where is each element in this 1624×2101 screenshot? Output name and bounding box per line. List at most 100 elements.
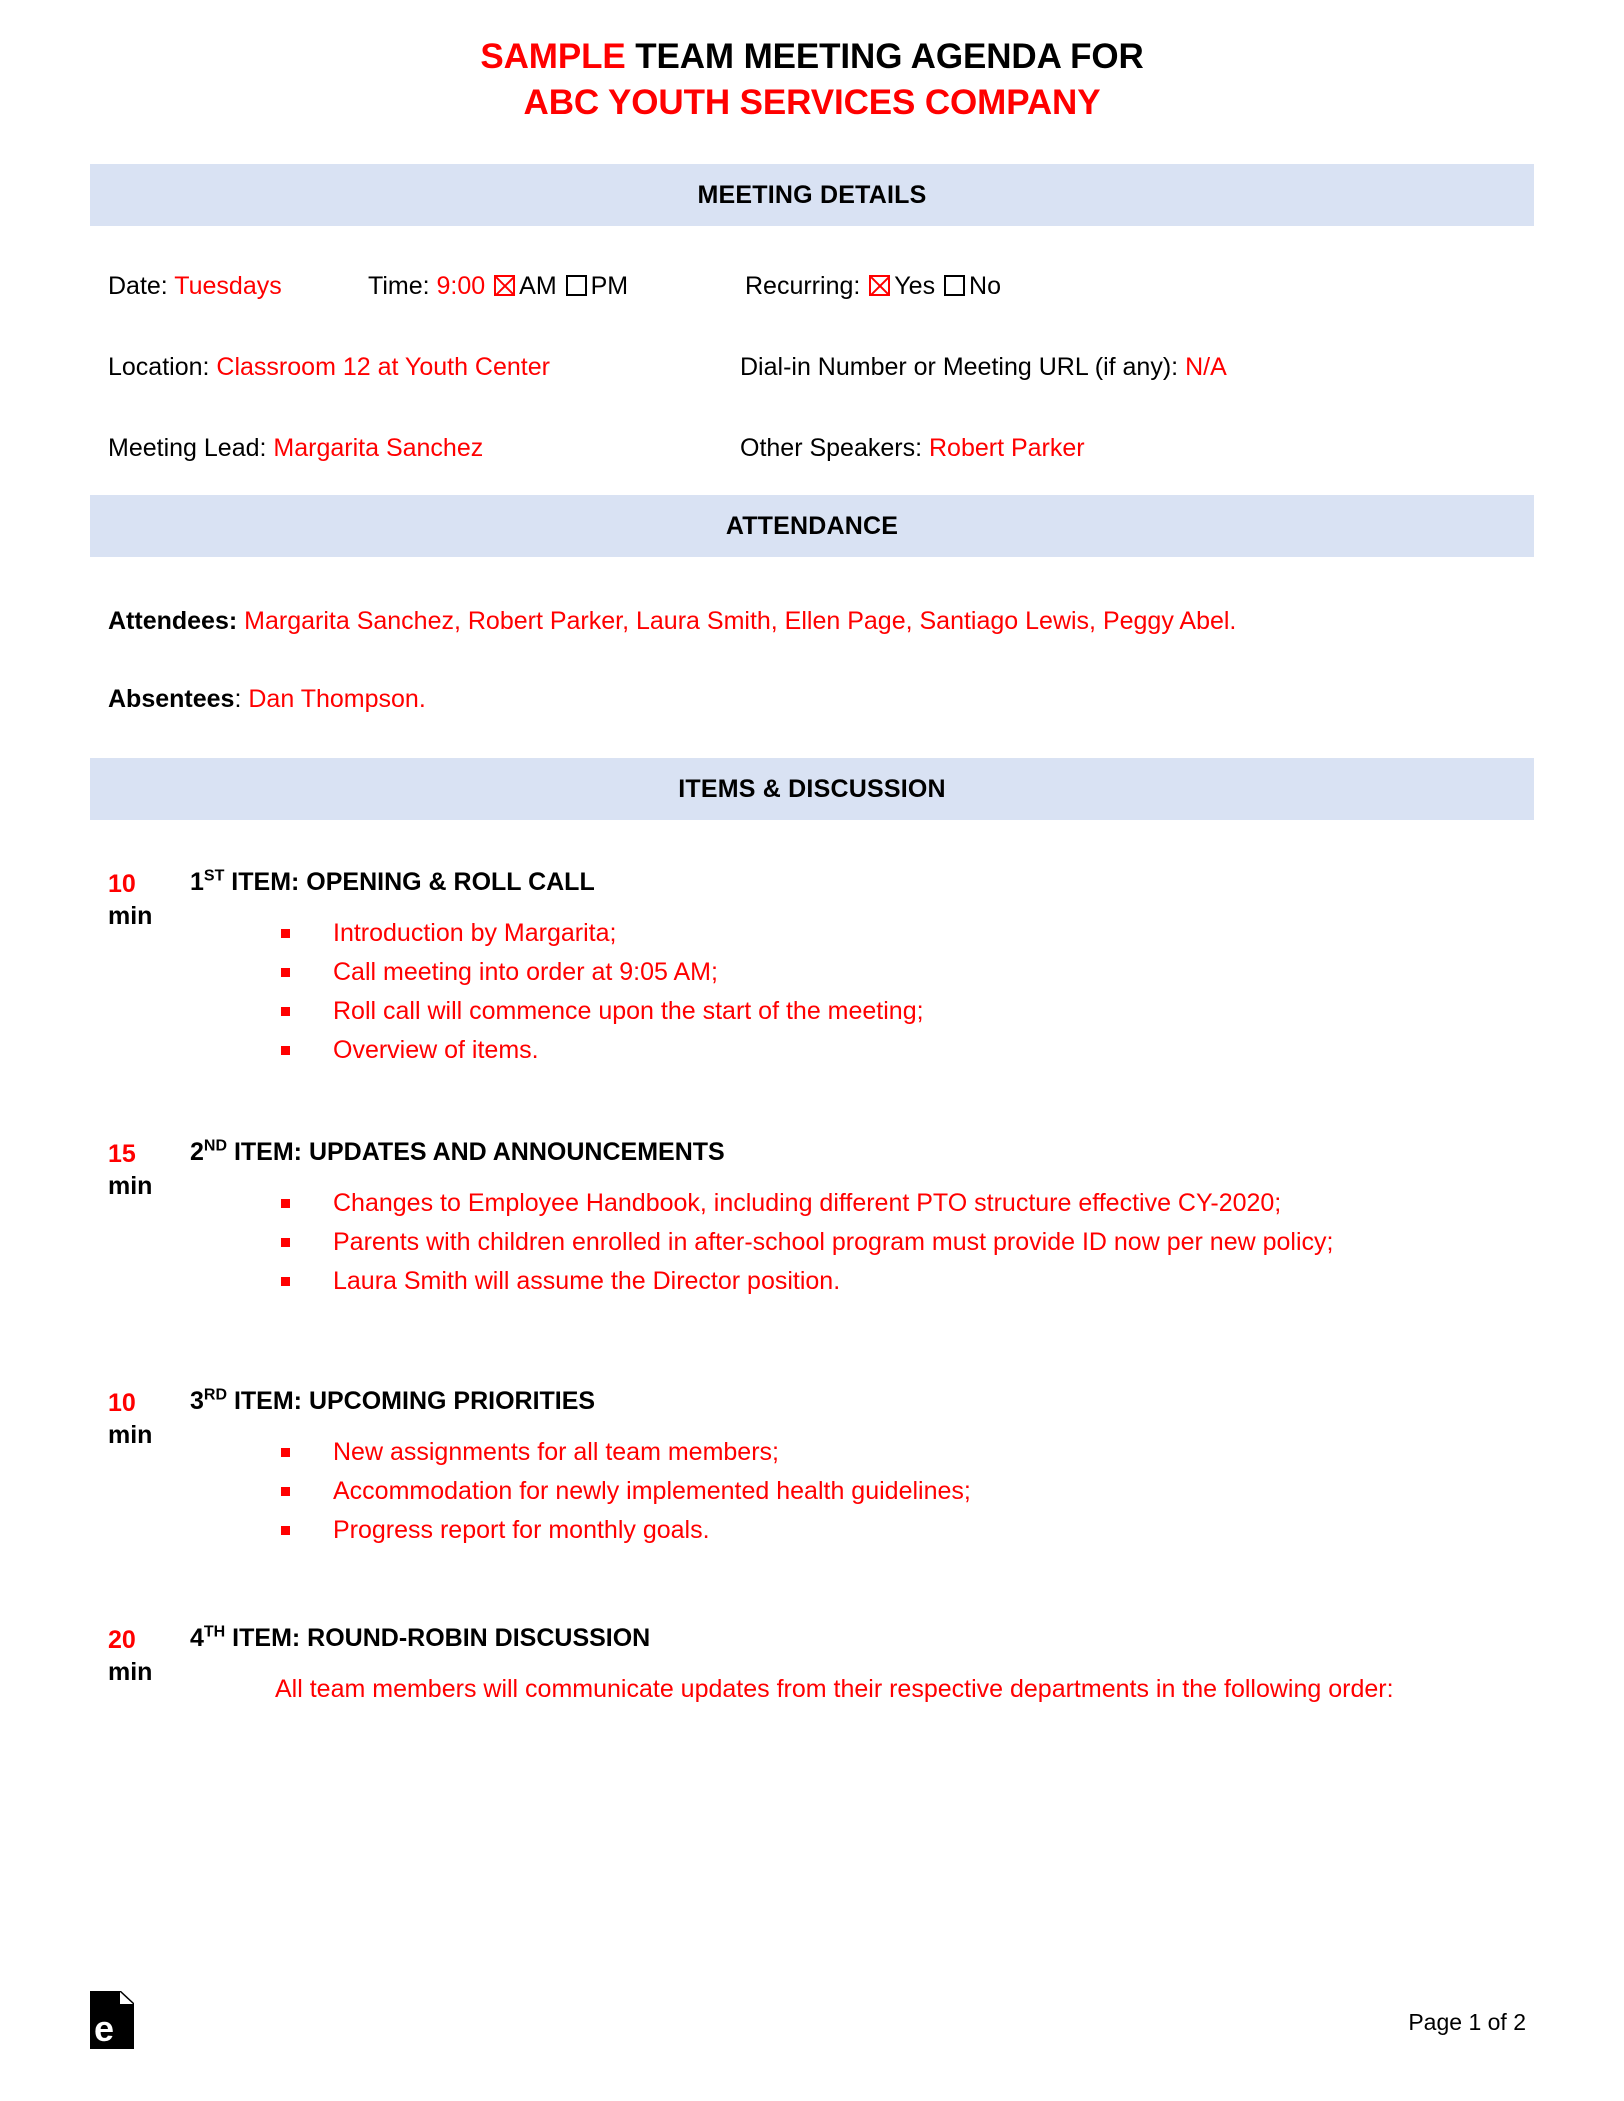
am-label: AM [519, 272, 557, 301]
time-value: 9:00 [436, 272, 486, 301]
list-item: Call meeting into order at 9:05 AM; [275, 957, 1534, 996]
title-sample-word: SAMPLE [480, 37, 626, 76]
attendees-label: Attendees [108, 607, 229, 636]
date-field: Date: Tuesdays [108, 274, 282, 299]
agenda-item-bullets: Changes to Employee Handbook, including … [90, 1188, 1534, 1305]
location-label: Location: [108, 353, 210, 382]
meeting-lead-field: Meeting Lead: Margarita Sanchez [108, 436, 483, 461]
title-line-1-rest: TEAM MEETING AGENDA FOR [625, 37, 1144, 76]
agenda-item-duration: 10 min [108, 1387, 176, 1451]
other-speakers-value: Robert Parker [928, 434, 1085, 463]
time-label: Time: [368, 272, 430, 301]
agenda-item-ordinal: 1 [190, 868, 204, 897]
other-speakers-field: Other Speakers: Robert Parker [740, 436, 1085, 461]
agenda-item-duration: 10 min [108, 868, 176, 932]
agenda-item-header: 20 min 4TH ITEM: ROUND-ROBIN DISCUSSION [90, 1596, 1534, 1686]
agenda-item-unit: min [108, 1172, 153, 1201]
recurring-no-label: No [969, 272, 1001, 301]
attendees-colon: : [228, 607, 238, 636]
location-value: Classroom 12 at Youth Center [216, 353, 550, 382]
document-title: SAMPLE TEAM MEETING AGENDA FOR ABC YOUTH… [0, 0, 1624, 126]
meeting-details-block: Date: Tuesdays Time: 9:00 AM PM Recurrin… [90, 226, 1534, 495]
agenda-item-duration: 20 min [108, 1624, 176, 1688]
agenda-item-minutes: 15 [108, 1140, 136, 1169]
agenda-item-unit: min [108, 902, 153, 931]
agenda-item-ordinal: 2 [190, 1138, 204, 1167]
agenda-item: 10 min 3RD ITEM: UPCOMING PRIORITIES New… [90, 1359, 1534, 1554]
title-line-1: SAMPLE TEAM MEETING AGENDA FOR [0, 34, 1624, 80]
agenda-item-minutes: 10 [108, 1389, 136, 1418]
section-heading-attendance: ATTENDANCE [90, 495, 1534, 558]
detail-row-date-time-recurring: Date: Tuesdays Time: 9:00 AM PM Recurrin… [90, 252, 1534, 333]
absentees-value: Dan Thompson. [248, 685, 426, 714]
agenda-item-unit: min [108, 1658, 153, 1687]
agenda-item-title-text: ITEM: ROUND-ROBIN DISCUSSION [225, 1624, 651, 1653]
list-item: Changes to Employee Handbook, including … [275, 1188, 1534, 1227]
agenda-item-paragraph: All team members will communicate update… [275, 1675, 1394, 1704]
meeting-lead-label: Meeting Lead: [108, 434, 267, 463]
agenda-item-bullets: Introduction by Margarita; Call meeting … [90, 918, 1534, 1074]
agenda-item-ordinal: 4 [190, 1624, 204, 1653]
title-line-2: ABC YOUTH SERVICES COMPANY [523, 83, 1101, 123]
agenda-item-title-text: ITEM: OPENING & ROLL CALL [224, 868, 595, 897]
agenda-item-ordinal-suffix: RD [203, 1387, 228, 1405]
agenda-item-title: 3RD ITEM: UPCOMING PRIORITIES [190, 1387, 595, 1416]
agenda-item-ordinal-suffix: TH [203, 1624, 226, 1642]
agenda-item-minutes: 20 [108, 1626, 136, 1655]
time-field: Time: 9:00 AM PM [368, 274, 628, 299]
agenda-item: 10 min 1ST ITEM: OPENING & ROLL CALL Int… [90, 840, 1534, 1074]
pm-label: PM [590, 272, 629, 301]
am-checkbox[interactable] [494, 275, 516, 297]
list-item: New assignments for all team members; [275, 1437, 1534, 1476]
list-item: Overview of items. [275, 1035, 1534, 1074]
agenda-item-bullets: New assignments for all team members; Ac… [90, 1437, 1534, 1554]
agenda-item-header: 10 min 3RD ITEM: UPCOMING PRIORITIES [90, 1359, 1534, 1449]
dialin-label: Dial-in Number or Meeting URL (if any): [740, 353, 1179, 382]
agenda-item-title: 2ND ITEM: UPDATES AND ANNOUNCEMENTS [190, 1138, 725, 1167]
page-footer: e Page 1 of 2 [90, 1985, 1534, 2049]
dialin-value: N/A [1185, 353, 1227, 382]
agenda-item-unit: min [108, 1421, 153, 1450]
pm-checkbox[interactable] [565, 275, 587, 297]
list-item: Progress report for monthly goals. [275, 1515, 1534, 1554]
agenda-item: 15 min 2ND ITEM: UPDATES AND ANNOUNCEMEN… [90, 1110, 1534, 1305]
section-heading-meeting-details: MEETING DETAILS [90, 164, 1534, 227]
list-item: Introduction by Margarita; [275, 918, 1534, 957]
agenda-item-title-text: ITEM: UPDATES AND ANNOUNCEMENTS [227, 1138, 725, 1167]
agenda-item: 20 min 4TH ITEM: ROUND-ROBIN DISCUSSION … [90, 1596, 1534, 1704]
attendees-value: Margarita Sanchez, Robert Parker, Laura … [244, 607, 1237, 636]
agenda-item-ordinal: 3 [190, 1387, 204, 1416]
svg-text:e: e [94, 2008, 114, 2049]
agenda-item-ordinal-suffix: ND [203, 1138, 228, 1156]
agenda-item-duration: 15 min [108, 1138, 176, 1202]
page-number: Page 1 of 2 [1408, 2009, 1526, 2035]
other-speakers-label: Other Speakers: [740, 434, 923, 463]
agenda-item-title: 4TH ITEM: ROUND-ROBIN DISCUSSION [190, 1624, 650, 1653]
absentees-label: Absentees [108, 685, 235, 714]
recurring-label: Recurring: [745, 272, 861, 301]
location-field: Location: Classroom 12 at Youth Center [108, 355, 550, 380]
meeting-lead-value: Margarita Sanchez [273, 434, 484, 463]
document-page: SAMPLE TEAM MEETING AGENDA FOR ABC YOUTH… [0, 0, 1624, 2101]
attendees-row: Attendees: Margarita Sanchez, Robert Par… [90, 583, 1534, 634]
list-item: Laura Smith will assume the Director pos… [275, 1266, 1534, 1305]
agenda-item-header: 15 min 2ND ITEM: UPDATES AND ANNOUNCEMEN… [90, 1110, 1534, 1200]
date-value: Tuesdays [174, 272, 282, 301]
date-label: Date: [108, 272, 168, 301]
eforms-logo-icon: e [90, 1990, 135, 2049]
agenda-item-title: 1ST ITEM: OPENING & ROLL CALL [190, 868, 595, 897]
recurring-no-checkbox[interactable] [944, 275, 966, 297]
detail-row-lead-speakers: Meeting Lead: Margarita Sanchez Other Sp… [90, 414, 1534, 495]
attendance-block: Attendees: Margarita Sanchez, Robert Par… [90, 557, 1534, 712]
list-item: Parents with children enrolled in after-… [275, 1227, 1534, 1266]
recurring-yes-label: Yes [894, 272, 936, 301]
list-item: Roll call will commence upon the start o… [275, 996, 1534, 1035]
section-heading-items-discussion: ITEMS & DISCUSSION [90, 758, 1534, 821]
recurring-yes-checkbox[interactable] [869, 275, 891, 297]
absentees-row: Absentees: Dan Thompson. [90, 634, 1534, 712]
agenda-item-header: 10 min 1ST ITEM: OPENING & ROLL CALL [90, 840, 1534, 930]
detail-row-location-dialin: Location: Classroom 12 at Youth Center D… [90, 333, 1534, 414]
items-discussion-block: 10 min 1ST ITEM: OPENING & ROLL CALL Int… [90, 820, 1534, 1704]
agenda-item-minutes: 10 [108, 870, 136, 899]
agenda-item-title-text: ITEM: UPCOMING PRIORITIES [227, 1387, 596, 1416]
